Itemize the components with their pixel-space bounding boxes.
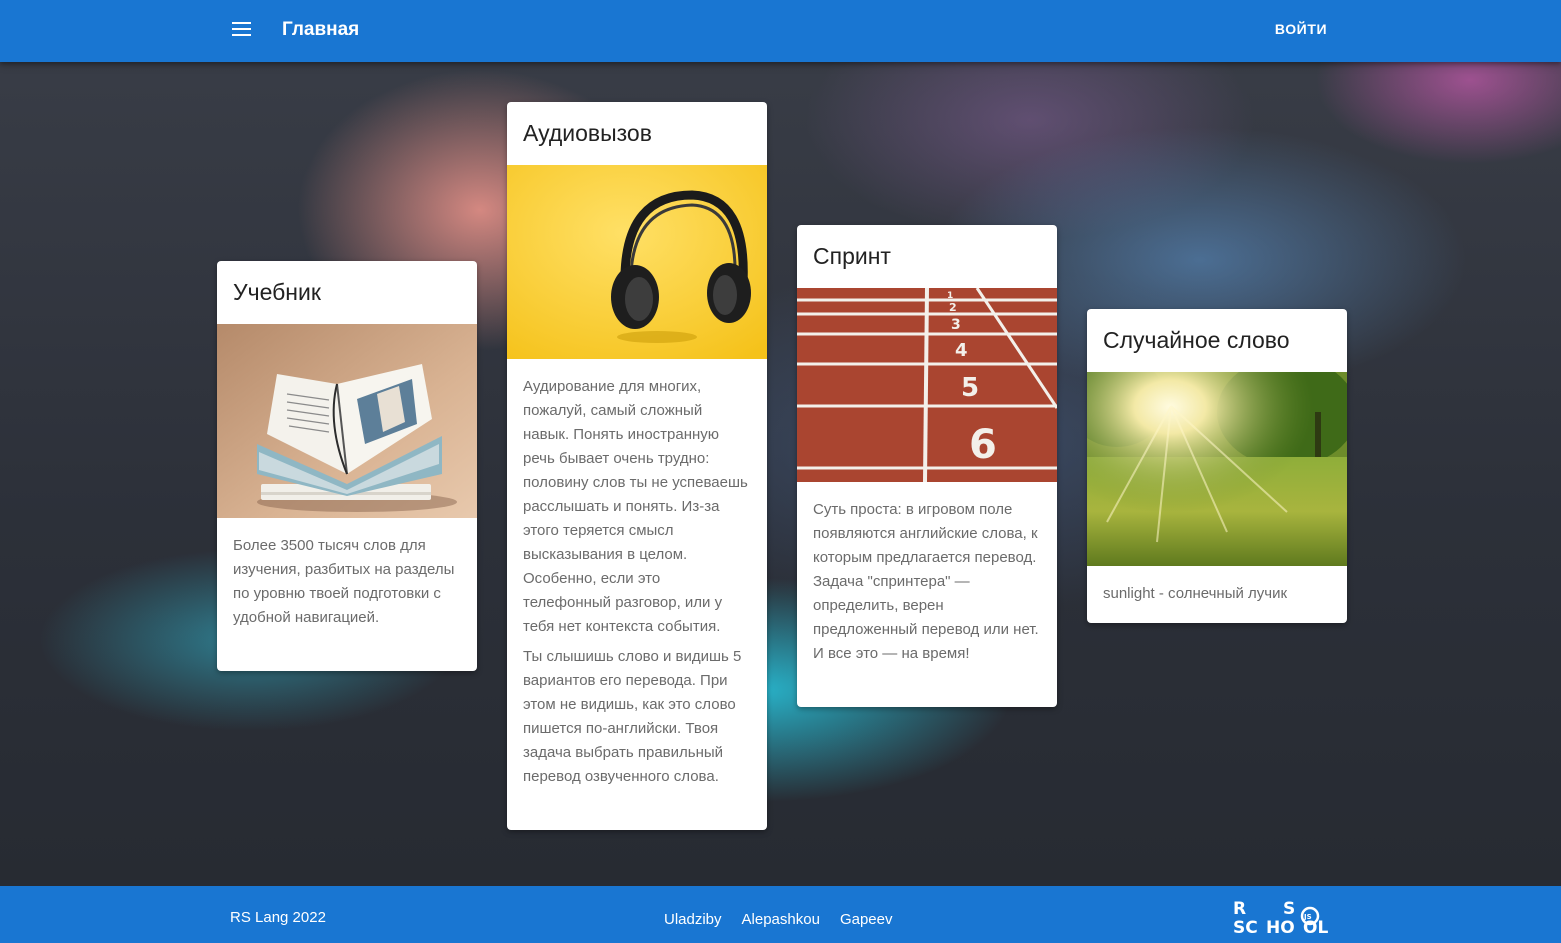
card-title: Учебник <box>233 279 321 305</box>
card-description: sunlight - солнечный лучик <box>1087 566 1347 606</box>
headphones-image <box>507 165 767 359</box>
app-bar: Главная ВОЙТИ <box>0 0 1561 62</box>
card-description-paragraph: sunlight - солнечный лучик <box>1103 585 1288 602</box>
sunlit-meadow-image <box>1087 372 1347 566</box>
page-title: Главная <box>282 19 360 40</box>
card-description: Суть проста: в игровом поле появляются а… <box>797 482 1057 666</box>
card-description-paragraph: Аудирование для многих, пожалуй, самый с… <box>523 378 748 635</box>
card-title: Спринт <box>813 243 891 269</box>
svg-text:S: S <box>1283 899 1295 919</box>
menu-icon[interactable] <box>232 22 251 36</box>
svg-text:5: 5 <box>961 373 979 403</box>
svg-text:JS: JS <box>1303 913 1312 921</box>
author-link[interactable]: Uladziby <box>664 911 722 928</box>
svg-text:2: 2 <box>949 301 957 314</box>
copyright-text: RS Lang 2022 <box>230 909 326 926</box>
svg-text:HO: HO <box>1266 918 1295 935</box>
card-random-word[interactable]: Случайное слово sunlight - солнечный луч… <box>1087 309 1347 623</box>
card-description: Аудирование для многих, пожалуй, самый с… <box>507 359 767 789</box>
card-title: Случайное слово <box>1103 327 1290 353</box>
card-sprint[interactable]: Спринт 1 2 3 4 5 6 Суть проста: в игрово… <box>797 225 1057 707</box>
author-link[interactable]: Alepashkou <box>742 911 820 928</box>
card-title: Аудиовызов <box>523 120 652 146</box>
running-track-image: 1 2 3 4 5 6 <box>797 288 1057 482</box>
rs-school-logo[interactable]: R S SC HO OL JS <box>1233 899 1335 935</box>
card-textbook[interactable]: Учебник Более 3500 тысяч слов для изучен… <box>217 261 477 671</box>
footer: RS Lang 2022 Uladziby Alepashkou Gapeev … <box>0 886 1561 943</box>
card-description: Более 3500 тысяч слов для изучения, разб… <box>217 518 477 630</box>
card-audiocall[interactable]: Аудиовызов Аудирование для многих, пожал… <box>507 102 767 830</box>
author-links: Uladziby Alepashkou Gapeev <box>664 911 892 928</box>
svg-text:4: 4 <box>955 340 968 361</box>
card-description-paragraph: Суть проста: в игровом поле появляются а… <box>813 501 1039 662</box>
svg-text:SC: SC <box>1233 918 1258 935</box>
svg-text:1: 1 <box>947 291 953 301</box>
svg-text:3: 3 <box>951 317 961 333</box>
login-button[interactable]: ВОЙТИ <box>1262 14 1340 44</box>
open-book-image <box>217 324 477 518</box>
card-description-paragraph: Более 3500 тысяч слов для изучения, разб… <box>233 537 455 626</box>
svg-text:R: R <box>1233 899 1246 919</box>
svg-text:6: 6 <box>969 422 997 468</box>
card-description-paragraph: Ты слышишь слово и видишь 5 вариантов ег… <box>523 648 742 785</box>
author-link[interactable]: Gapeev <box>840 911 893 928</box>
